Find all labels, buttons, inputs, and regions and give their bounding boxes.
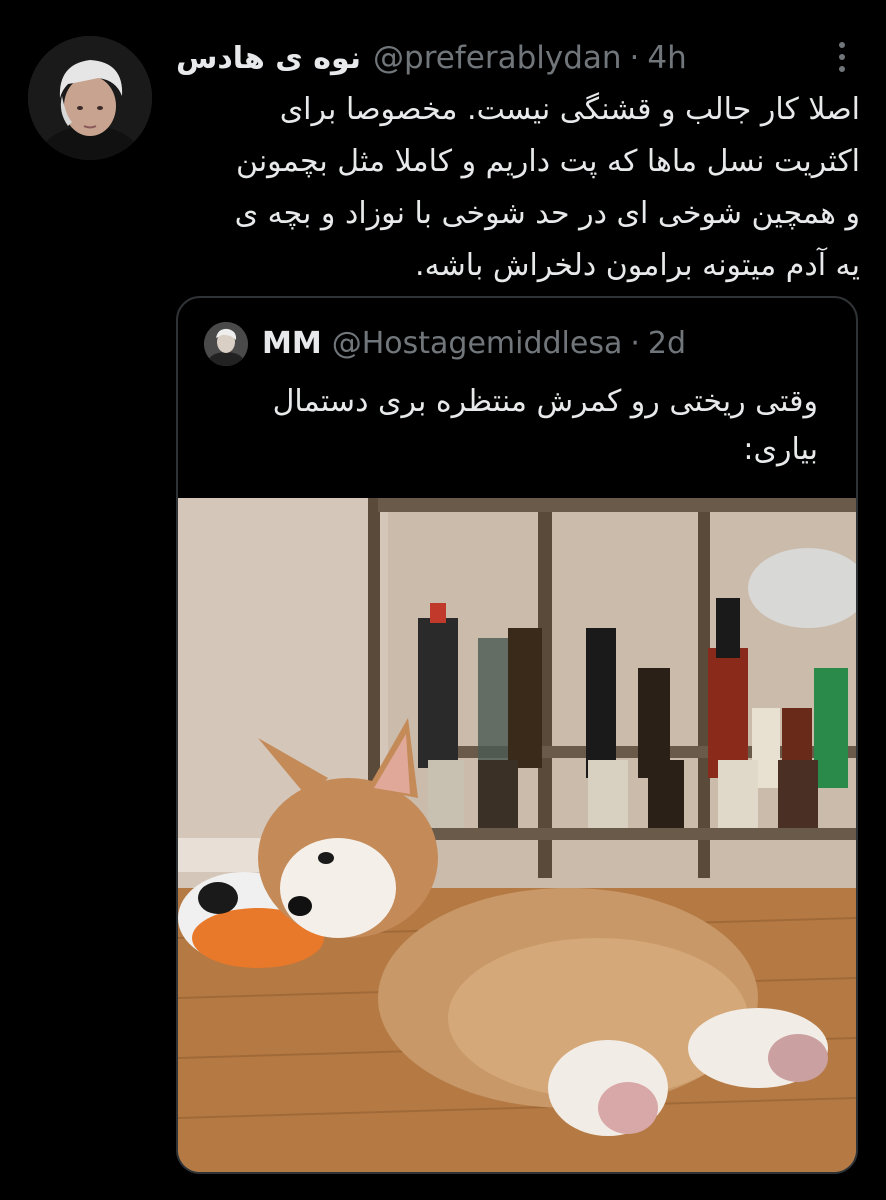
quoted-author-avatar[interactable] <box>204 322 248 366</box>
quoted-tweet-body: وقتی ریختی رو کمرش منتظره بری دستمال بیا… <box>198 378 818 474</box>
quoted-author-display-name[interactable]: MM <box>262 326 322 361</box>
quoted-body-line: بیاری: <box>743 432 818 467</box>
quoted-author-handle[interactable]: @Hostagemiddlesa <box>332 326 623 361</box>
author-display-name[interactable]: نوه ی هادس <box>176 41 361 76</box>
more-vertical-icon[interactable] <box>826 40 858 74</box>
tweet-timestamp[interactable]: 4h <box>647 40 686 76</box>
quoted-tweet-timestamp[interactable]: 2d <box>648 326 686 361</box>
separator-dot: · <box>630 325 640 361</box>
quoted-body-line: وقتی ریختی رو کمرش منتظره بری دستمال <box>272 384 818 419</box>
tweet-header: نوه ی هادس @preferablydan · 4h <box>176 36 687 80</box>
quoted-tweet-header: MM @Hostagemiddlesa · 2d <box>262 320 686 366</box>
tweet-body-line: و همچین شوخی ای در حد شوخی با نوزاد و بچ… <box>234 196 860 231</box>
quoted-tweet[interactable]: MM @Hostagemiddlesa · 2d وقتی ریختی رو ک… <box>176 296 858 1174</box>
tweet[interactable]: نوه ی هادس @preferablydan · 4h اصلا کار … <box>0 0 886 1200</box>
tweet-body-line: اکثریت نسل ماها که پت داریم و کاملا مثل … <box>236 144 860 179</box>
separator-dot: · <box>629 40 640 76</box>
tweet-body: اصلا کار جالب و قشنگی نیست. مخصوصا برای … <box>176 84 860 292</box>
author-avatar[interactable] <box>28 36 152 160</box>
corgi-puppy-photo[interactable] <box>178 498 856 1172</box>
tweet-body-line: یه آدم میتونه برامون دلخراش باشه. <box>415 248 860 283</box>
tweet-body-line: اصلا کار جالب و قشنگی نیست. مخصوصا برای <box>279 92 860 127</box>
author-handle[interactable]: @preferablydan <box>373 40 622 76</box>
